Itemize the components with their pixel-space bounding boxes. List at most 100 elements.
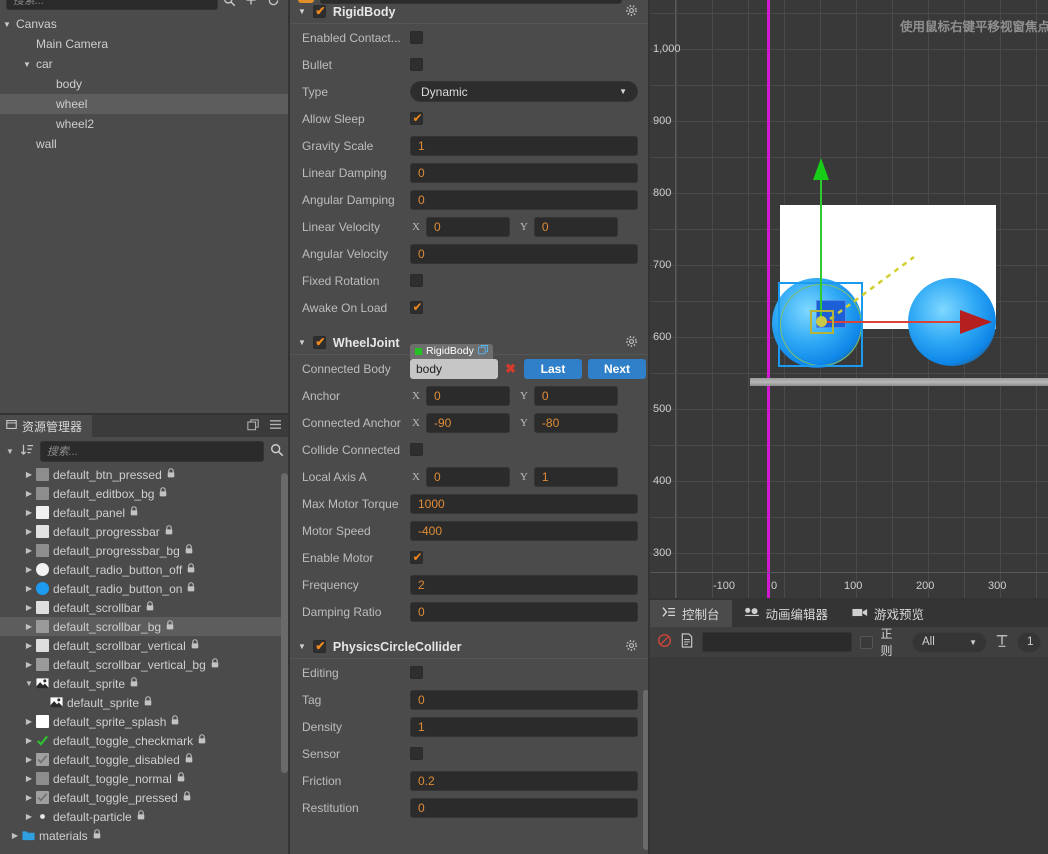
asset-item[interactable]: ▶ default_scrollbar <box>0 598 290 617</box>
property-number-input[interactable]: 0 <box>410 797 638 818</box>
property-number-input[interactable]: 0 <box>410 243 638 264</box>
component-enable-checkbox[interactable] <box>312 638 327 654</box>
property-x-input[interactable]: 0 <box>425 385 510 406</box>
asset-item[interactable]: ▶ default_btn_pressed <box>0 465 290 484</box>
assets-list[interactable]: ▶ default_btn_pressed ▶ default_editbox_bg ▶… <box>0 465 290 854</box>
chevron-right-icon[interactable]: ▶ <box>22 812 36 821</box>
tab-asset-manager[interactable]: 资源管理器 <box>0 415 93 437</box>
hierarchy-node-wheel2[interactable]: ▶wheel2 <box>0 114 290 134</box>
chevron-right-icon[interactable]: ▶ <box>22 546 36 555</box>
log-file-icon[interactable] <box>680 633 694 651</box>
hierarchy-tree[interactable]: ▼Canvas▶Main Camera▼car▶body▶wheel▶wheel… <box>0 14 290 415</box>
asset-item[interactable]: ▶ default_toggle_pressed <box>0 788 290 807</box>
refresh-icon[interactable] <box>262 0 284 10</box>
property-number-input[interactable]: -400 <box>410 520 638 541</box>
asset-item[interactable]: ▶ default_radio_button_off <box>0 560 290 579</box>
chevron-right-icon[interactable]: ▶ <box>22 641 36 650</box>
asset-item[interactable]: ▶ default_sprite_splash <box>0 712 290 731</box>
component-header-physicscirclecollider[interactable]: ▼ PhysicsCircleCollider <box>290 635 650 659</box>
asset-item[interactable]: ▶default_sprite <box>0 693 290 712</box>
chevron-right-icon[interactable]: ▶ <box>22 584 36 593</box>
chevron-right-icon[interactable]: ▶ <box>22 793 36 802</box>
wall-object[interactable] <box>750 378 1048 386</box>
chevron-right-icon[interactable]: ▶ <box>22 774 36 783</box>
console-filter-input[interactable] <box>702 632 852 652</box>
add-node-icon[interactable] <box>240 0 262 10</box>
panel-popout-icon[interactable] <box>247 418 259 434</box>
divider-inspector-scene[interactable] <box>648 0 650 854</box>
chevron-right-icon[interactable]: ▶ <box>22 736 36 745</box>
gizmo-x-axis-arrow-icon[interactable] <box>960 310 992 334</box>
asset-item[interactable]: ▶ default_scrollbar_bg <box>0 617 290 636</box>
font-size-icon[interactable] <box>995 634 1009 651</box>
chevron-down-icon[interactable]: ▼ <box>298 7 306 16</box>
asset-item[interactable]: ▶ default-particle <box>0 807 290 826</box>
chevron-right-icon[interactable]: ▶ <box>22 470 36 479</box>
property-checkbox[interactable] <box>410 666 423 679</box>
property-y-input[interactable]: 0 <box>533 385 618 406</box>
chevron-right-icon[interactable]: ▶ <box>22 565 36 574</box>
chevron-right-icon[interactable]: ▶ <box>22 622 36 631</box>
chevron-right-icon[interactable]: ▶ <box>22 489 36 498</box>
console-tab-0[interactable]: 控制台 <box>650 600 732 627</box>
hierarchy-node-canvas[interactable]: ▼ Canvas <box>0 14 290 34</box>
sort-icon[interactable] <box>20 443 34 460</box>
chevron-right-icon[interactable]: ▶ <box>22 508 36 517</box>
hierarchy-search-input[interactable]: 搜索... <box>6 0 218 10</box>
asset-item[interactable]: ▶ default_toggle_checkmark <box>0 731 290 750</box>
chevron-right-icon[interactable]: ▶ <box>22 660 36 669</box>
chevron-right-icon[interactable]: ▶ <box>22 527 36 536</box>
log-level-dropdown[interactable]: All ▼ <box>912 631 987 653</box>
property-checkbox[interactable] <box>410 443 423 456</box>
asset-item[interactable]: ▶ default_progressbar <box>0 522 290 541</box>
hierarchy-node-body[interactable]: ▶body <box>0 74 290 94</box>
chevron-down-icon[interactable]: ▼ <box>298 642 306 651</box>
font-size-value[interactable]: 1 <box>1017 631 1041 653</box>
property-checkbox[interactable] <box>410 58 423 71</box>
property-number-input[interactable]: 1000 <box>410 493 638 514</box>
regex-checkbox[interactable] <box>859 635 873 649</box>
console-tab-2[interactable]: 游戏预览 <box>840 600 936 627</box>
hierarchy-node-car[interactable]: ▼ car <box>0 54 290 74</box>
property-y-input[interactable]: 1 <box>533 466 618 487</box>
chevron-down-icon[interactable]: ▼ <box>22 679 36 688</box>
asset-item[interactable]: ▶ default_progressbar_bg <box>0 541 290 560</box>
scene-view[interactable]: 1,000 900 800 700 600 500 400 300 -100 0 100 200 30… <box>650 0 1048 600</box>
asset-item[interactable]: ▼ default_sprite <box>0 674 290 693</box>
property-number-input[interactable]: 0 <box>410 162 638 183</box>
connected-body-field[interactable]: body ✖ <box>410 358 516 379</box>
chevron-down-icon[interactable]: ▼ <box>20 60 34 69</box>
chevron-right-icon[interactable]: ▶ <box>22 717 36 726</box>
property-x-input[interactable]: 0 <box>425 216 510 237</box>
gear-icon[interactable] <box>625 335 638 351</box>
asset-item[interactable]: ▶ default_scrollbar_vertical <box>0 636 290 655</box>
asset-item[interactable]: ▶ materials <box>0 826 290 845</box>
asset-item[interactable]: ▶ default_editbox_bg <box>0 484 290 503</box>
clear-console-icon[interactable] <box>657 633 672 651</box>
property-y-input[interactable]: 0 <box>533 216 618 237</box>
property-number-input[interactable]: 1 <box>410 716 638 737</box>
divider-scene-console[interactable] <box>650 598 1048 600</box>
property-checkbox[interactable] <box>410 31 423 44</box>
property-checkbox[interactable] <box>410 747 423 760</box>
property-x-input[interactable]: -90 <box>425 412 510 433</box>
assets-search-icon[interactable] <box>270 443 284 460</box>
next-button[interactable]: Next <box>588 358 646 379</box>
property-checkbox[interactable] <box>410 274 423 287</box>
chevron-right-icon[interactable]: ▶ <box>8 831 22 840</box>
gizmo-y-axis-line[interactable] <box>820 168 822 322</box>
chevron-right-icon[interactable]: ▶ <box>22 755 36 764</box>
property-checkbox[interactable] <box>410 110 424 126</box>
divider-hierarchy-inspector[interactable] <box>288 0 290 854</box>
hierarchy-node-main-camera[interactable]: ▶Main Camera <box>0 34 290 54</box>
console-tab-1[interactable]: 动画编辑器 <box>732 600 841 627</box>
asset-item[interactable]: ▶ default_toggle_normal <box>0 769 290 788</box>
assets-dropdown-caret-icon[interactable]: ▼ <box>6 447 14 456</box>
clear-reference-icon[interactable]: ✖ <box>505 361 516 377</box>
last-button[interactable]: Last <box>524 358 582 379</box>
property-x-input[interactable]: 0 <box>425 466 510 487</box>
component-enable-checkbox[interactable] <box>312 3 327 19</box>
component-enable-checkbox[interactable] <box>312 334 327 350</box>
asset-item[interactable]: ▶ default_scrollbar_vertical_bg <box>0 655 290 674</box>
chevron-down-icon[interactable]: ▼ <box>0 20 14 29</box>
